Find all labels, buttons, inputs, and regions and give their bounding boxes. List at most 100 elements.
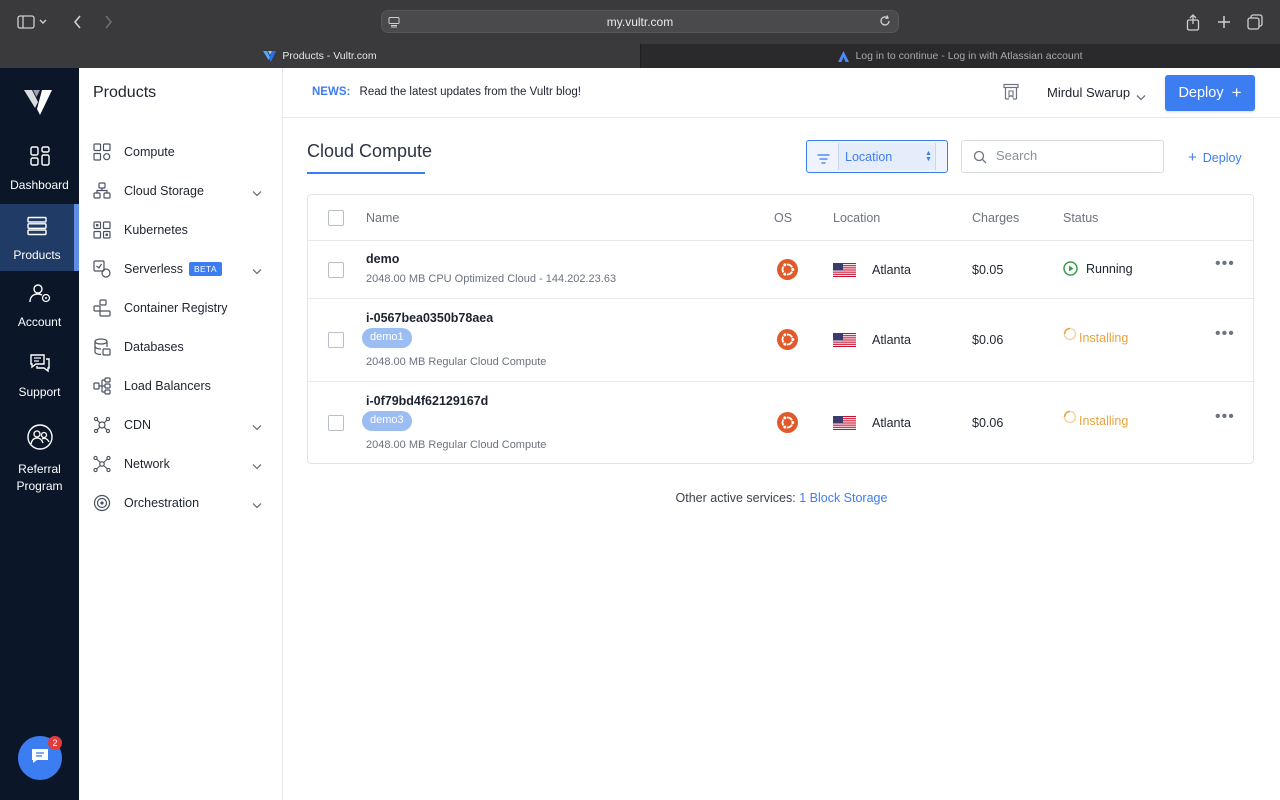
sidebar-item-kubernetes[interactable]: Kubernetes (79, 210, 282, 249)
instance-charges: $0.05 (972, 263, 1004, 277)
beta-badge: BETA (189, 262, 222, 276)
container-registry-icon (93, 299, 111, 317)
more-actions-icon[interactable]: ••• (1215, 408, 1235, 426)
chevron-down-icon[interactable] (252, 420, 262, 434)
chevron-down-icon[interactable] (36, 10, 50, 34)
sidebar-item-serverless[interactable]: Serverless BETA (79, 249, 282, 288)
tab-atlassian-login[interactable]: Log in to continue - Log in with Atlassi… (640, 44, 1280, 68)
instance-charges: $0.06 (972, 416, 1004, 430)
sidebar-item-label-wrap: Serverless BETA (124, 262, 222, 276)
chevron-down-icon[interactable] (252, 186, 262, 200)
tab-title: Products - Vultr.com (282, 50, 377, 62)
more-actions-icon[interactable]: ••• (1215, 325, 1235, 343)
other-services: Other active services: 1 Block Storage (0, 491, 1280, 505)
databases-icon (93, 338, 111, 356)
instance-location: Atlanta (872, 416, 911, 430)
news-banner[interactable]: NEWS: Read the latest updates from the V… (312, 86, 581, 98)
column-header-location[interactable]: Location (833, 211, 880, 225)
location-filter[interactable]: Location ▲ ▼ (806, 140, 948, 173)
running-icon (1063, 261, 1078, 276)
ubuntu-icon (777, 329, 798, 350)
back-icon[interactable] (66, 10, 90, 34)
documentation-icon[interactable] (1002, 83, 1020, 106)
user-menu[interactable]: Mirdul Swarup (1047, 85, 1130, 100)
instance-name[interactable]: demo (366, 252, 399, 266)
load-balancers-icon (93, 377, 111, 395)
row-checkbox[interactable] (328, 262, 344, 278)
nav-label: Account (17, 315, 62, 329)
nav-label: Support (18, 385, 61, 399)
location-select[interactable]: Location (838, 143, 936, 170)
instance-description: 2048.00 MB CPU Optimized Cloud - 144.202… (366, 273, 617, 285)
sidebar-item-load-balancers[interactable]: Load Balancers (79, 366, 282, 405)
search-box[interactable] (961, 140, 1164, 173)
us-flag-icon (833, 416, 856, 430)
instance-name[interactable]: i-0f79bd4f62129167d (366, 394, 488, 408)
sidebar-item-label: Network (124, 457, 170, 471)
sidebar-item-cdn[interactable]: CDN (79, 405, 282, 444)
status-text: Running (1086, 261, 1133, 276)
tab-bar: Products - Vultr.com Log in to continue … (0, 44, 1280, 68)
sidebar-item-label: Compute (124, 145, 175, 159)
share-icon[interactable] (1181, 10, 1205, 34)
more-actions-icon[interactable]: ••• (1215, 255, 1235, 273)
row-checkbox[interactable] (328, 415, 344, 431)
column-header-name[interactable]: Name (366, 211, 399, 225)
tab-overview-icon[interactable] (1243, 10, 1267, 34)
sidebar-item-label: Container Registry (124, 301, 228, 315)
sidebar-item-network[interactable]: Network (79, 444, 282, 483)
compute-icon (93, 143, 111, 161)
page-title[interactable]: Cloud Compute (307, 141, 432, 162)
chevron-down-icon[interactable] (1136, 88, 1146, 106)
account-icon (28, 283, 51, 308)
block-storage-link[interactable]: 1 Block Storage (799, 491, 887, 505)
column-header-os[interactable]: OS (774, 211, 792, 225)
filter-icon (817, 151, 830, 169)
nav-support[interactable]: Support (0, 353, 79, 403)
sidebar-item-databases[interactable]: Databases (79, 327, 282, 366)
new-tab-icon[interactable] (1212, 10, 1236, 34)
sidebar-item-label: Load Balancers (124, 379, 211, 393)
cdn-icon (93, 416, 111, 434)
news-text[interactable]: Read the latest updates from the Vultr b… (360, 86, 581, 98)
instance-tag[interactable]: demo1 (362, 328, 412, 348)
status-badge: Installing (1063, 327, 1128, 345)
deploy-link[interactable]: + Deploy (1188, 149, 1242, 166)
nav-account[interactable]: Account (0, 283, 79, 333)
sidebar-title: Products (93, 84, 157, 101)
chevron-down-icon[interactable] (252, 459, 262, 473)
vultr-favicon-icon (263, 50, 277, 62)
instance-location: Atlanta (872, 263, 911, 277)
sidebar-item-cloud-storage[interactable]: Cloud Storage (79, 171, 282, 210)
nav-dashboard[interactable]: Dashboard (0, 146, 79, 206)
dashboard-icon (29, 146, 50, 171)
vultr-logo-icon[interactable] (24, 90, 54, 121)
referral-icon (26, 424, 53, 455)
instances-table: Name OS Location Charges Status demo 204… (307, 194, 1254, 464)
sidebar-toggle-icon[interactable] (14, 10, 38, 34)
tab-products-vultr[interactable]: Products - Vultr.com (0, 44, 640, 68)
instance-description: 2048.00 MB Regular Cloud Compute (366, 356, 547, 368)
forward-icon[interactable] (96, 10, 120, 34)
nav-referral-program[interactable]: Referral Program (0, 424, 79, 494)
reload-icon[interactable] (878, 14, 892, 33)
instance-tag[interactable]: demo3 (362, 411, 412, 431)
instance-name[interactable]: i-0567bea0350b78aea (366, 311, 493, 325)
search-input[interactable] (996, 148, 1156, 163)
deploy-button[interactable]: Deploy + (1165, 75, 1255, 111)
chevron-down-icon[interactable] (252, 264, 262, 278)
select-all-checkbox[interactable] (328, 210, 344, 226)
sidebar-item-container-registry[interactable]: Container Registry (79, 288, 282, 327)
status-badge: Running (1063, 261, 1133, 276)
browser-chrome: my.vultr.com Products - Vultr.com Log in… (0, 0, 1280, 68)
status-text: Installing (1079, 414, 1129, 428)
column-header-status[interactable]: Status (1063, 211, 1098, 225)
notification-badge: 2 (48, 736, 62, 750)
select-arrows-icon: ▲ ▼ (925, 150, 932, 163)
row-checkbox[interactable] (328, 332, 344, 348)
column-header-charges[interactable]: Charges (972, 211, 1019, 225)
nav-products[interactable]: Products (0, 204, 79, 271)
tab-title: Log in to continue - Log in with Atlassi… (855, 50, 1083, 62)
address-bar[interactable]: my.vultr.com (381, 10, 899, 33)
sidebar-item-compute[interactable]: Compute (79, 132, 282, 171)
